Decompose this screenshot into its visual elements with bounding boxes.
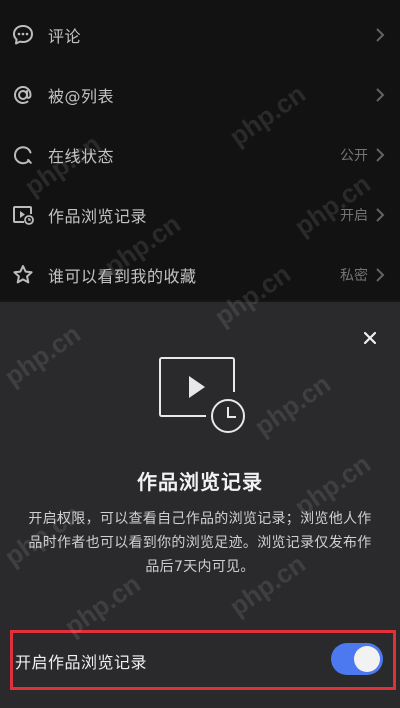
view-history-toggle[interactable] [331,643,383,675]
toggle-label: 开启作品浏览记录 [15,653,148,672]
toggle-knob [354,646,380,672]
close-icon [363,331,377,345]
close-button[interactable] [358,326,382,350]
video-clock-illustration-icon [158,356,248,436]
view-history-toggle-row: 开启作品浏览记录 [10,630,396,690]
